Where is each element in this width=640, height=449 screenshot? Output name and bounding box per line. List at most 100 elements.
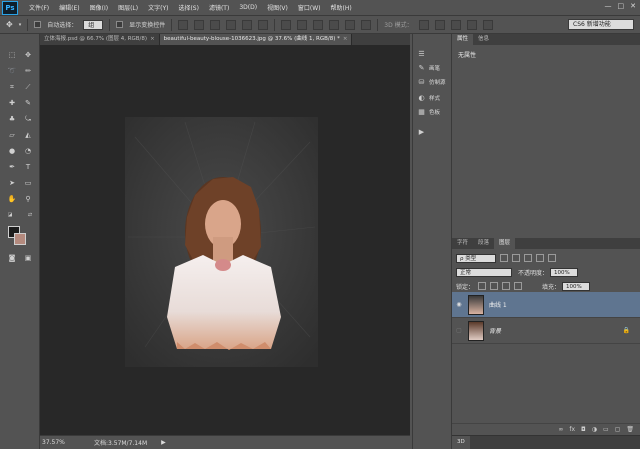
align-left-button[interactable] xyxy=(226,19,237,30)
screen-mode-icon[interactable]: ▣ xyxy=(22,253,34,264)
image-canvas[interactable] xyxy=(125,117,318,367)
background-color-swatch[interactable] xyxy=(14,233,26,245)
adjustment-icon[interactable]: ◑ xyxy=(592,426,597,433)
menu-type[interactable]: 文字(Y) xyxy=(143,3,173,12)
tab-properties[interactable]: 属性 xyxy=(452,34,474,45)
menu-layer[interactable]: 图层(L) xyxy=(113,3,143,12)
menu-filter[interactable]: 滤镜(T) xyxy=(204,3,234,12)
crop-tool-icon[interactable]: ⌗ xyxy=(6,82,18,93)
tab-info[interactable]: 信息 xyxy=(473,34,494,45)
show-transform-checkbox[interactable] xyxy=(116,21,124,28)
lasso-tool-icon[interactable]: ➰ xyxy=(6,66,18,77)
move-tool-icon[interactable]: ✥ xyxy=(6,20,13,29)
blur-tool-icon[interactable]: ● xyxy=(6,146,18,157)
align-top-button[interactable] xyxy=(178,19,189,30)
dodge-tool-icon[interactable]: ◔ xyxy=(22,146,34,157)
dock-clone-source[interactable]: ⛁ 仿制源 xyxy=(417,76,453,88)
3d-slide-button[interactable] xyxy=(466,19,477,30)
menu-image[interactable]: 图像(I) xyxy=(85,3,113,12)
visibility-eye-icon[interactable]: ◉ xyxy=(452,301,466,308)
dock-styles[interactable]: ◐ 样式 xyxy=(417,92,453,104)
filter-smart-object-icon[interactable] xyxy=(548,254,556,262)
layer-name[interactable]: 背景 xyxy=(489,326,501,335)
lock-all-icon[interactable] xyxy=(514,282,523,290)
quick-select-tool-icon[interactable]: ✏ xyxy=(22,66,34,77)
default-colors-icon[interactable]: ◪ xyxy=(4,210,16,221)
opacity-input[interactable]: 100% xyxy=(550,267,579,277)
layer-row-background[interactable]: ▢ 背景 🔒 xyxy=(452,318,640,344)
filter-type-icon[interactable] xyxy=(524,254,532,262)
zoom-tool-icon[interactable]: ⚲ xyxy=(22,194,34,205)
menu-3d[interactable]: 3D(D) xyxy=(234,4,262,11)
dock-history[interactable]: ☰ xyxy=(417,48,453,60)
visibility-eye-icon[interactable]: ▢ xyxy=(452,327,466,334)
workspace-switcher[interactable]: CS6 新增功能 xyxy=(568,19,634,30)
rectangle-tool-icon[interactable]: ▭ xyxy=(22,178,34,189)
menu-help[interactable]: 帮助(H) xyxy=(326,3,357,12)
align-hcenter-button[interactable] xyxy=(242,19,253,30)
menu-view[interactable]: 视图(V) xyxy=(262,3,293,12)
auto-select-dropdown[interactable]: 组 xyxy=(83,19,104,30)
3d-roll-button[interactable] xyxy=(434,19,445,30)
dock-brush[interactable]: ✎ 画笔 xyxy=(417,62,453,74)
type-tool-icon[interactable]: T xyxy=(22,162,34,173)
status-menu-arrow-icon[interactable]: ▶ xyxy=(161,439,166,446)
distribute-top-button[interactable] xyxy=(281,19,292,30)
3d-scale-button[interactable] xyxy=(482,19,493,30)
link-icon[interactable]: ∞ xyxy=(558,426,563,433)
quick-mask-icon[interactable]: ◙ xyxy=(6,253,18,264)
distribute-left-button[interactable] xyxy=(329,19,340,30)
paint-bucket-tool-icon[interactable]: ◭ xyxy=(22,130,34,141)
marquee-tool-icon[interactable]: ⬚ xyxy=(6,50,18,61)
brush-tool-icon[interactable]: ✎ xyxy=(22,98,34,109)
align-vcenter-button[interactable] xyxy=(194,19,205,30)
3d-rotate-button[interactable] xyxy=(418,19,429,30)
lock-pixels-icon[interactable] xyxy=(478,282,487,290)
layer-name[interactable]: 曲线 1 xyxy=(489,300,507,309)
document-tab-2[interactable]: beautiful-beauty-blouse-1036623.jpg @ 37… xyxy=(159,34,353,45)
folder-icon[interactable]: ▭ xyxy=(603,426,609,433)
lock-position-icon[interactable] xyxy=(502,282,511,290)
hand-tool-icon[interactable]: ✋ xyxy=(6,194,18,205)
blend-mode-dropdown[interactable]: 正常 xyxy=(456,267,512,277)
minimize-icon[interactable]: — xyxy=(605,2,612,10)
close-icon[interactable]: ✕ xyxy=(630,2,636,10)
pen-tool-icon[interactable]: ✒ xyxy=(6,162,18,173)
filter-adjustment-icon[interactable] xyxy=(512,254,520,262)
distribute-vcenter-button[interactable] xyxy=(297,19,308,30)
tab-close-icon[interactable]: × xyxy=(343,36,348,42)
tab-3d[interactable]: 3D xyxy=(452,436,470,449)
filter-pixel-icon[interactable] xyxy=(500,254,508,262)
distribute-bottom-button[interactable] xyxy=(313,19,324,30)
eraser-tool-icon[interactable]: ▱ xyxy=(6,130,18,141)
3d-pan-button[interactable] xyxy=(450,19,461,30)
mask-icon[interactable]: ◘ xyxy=(581,426,586,433)
tab-paragraph[interactable]: 段落 xyxy=(473,238,494,249)
document-tab-1[interactable]: 立体海报.psd @ 66.7% (图层 4, RGB/8) × xyxy=(40,34,160,45)
filter-shape-icon[interactable] xyxy=(536,254,544,262)
tab-close-icon[interactable]: × xyxy=(150,36,155,42)
align-bottom-button[interactable] xyxy=(210,19,221,30)
dock-actions[interactable]: ▶ xyxy=(417,126,453,138)
zoom-level[interactable]: 37.57% xyxy=(40,439,68,446)
swap-colors-icon[interactable]: ⇄ xyxy=(24,210,36,221)
move-tool-icon[interactable]: ✥ xyxy=(22,50,34,61)
menu-select[interactable]: 选择(S) xyxy=(173,3,204,12)
tool-preset-chevron-icon[interactable]: ▾ xyxy=(19,22,22,28)
tab-layers[interactable]: 图层 xyxy=(494,238,516,249)
healing-brush-tool-icon[interactable]: ✚ xyxy=(6,98,18,109)
lock-image-icon[interactable] xyxy=(490,282,499,290)
tab-character[interactable]: 字符 xyxy=(452,238,473,249)
align-right-button[interactable] xyxy=(258,19,269,30)
layer-row-curves[interactable]: ◉ 曲线 1 xyxy=(452,292,640,318)
menu-file[interactable]: 文件(F) xyxy=(24,3,54,12)
new-layer-icon[interactable]: ▢ xyxy=(615,426,621,433)
trash-icon[interactable]: 🗑 xyxy=(626,426,634,433)
distribute-hcenter-button[interactable] xyxy=(345,19,356,30)
maximize-icon[interactable]: □ xyxy=(618,2,625,10)
eyedropper-tool-icon[interactable]: ⟋ xyxy=(22,82,34,93)
menu-window[interactable]: 窗口(W) xyxy=(293,3,326,12)
path-select-tool-icon[interactable]: ➤ xyxy=(6,178,18,189)
layer-filter-dropdown[interactable]: ρ 类型 xyxy=(456,253,496,263)
history-brush-tool-icon[interactable]: ⤿ xyxy=(22,114,34,125)
